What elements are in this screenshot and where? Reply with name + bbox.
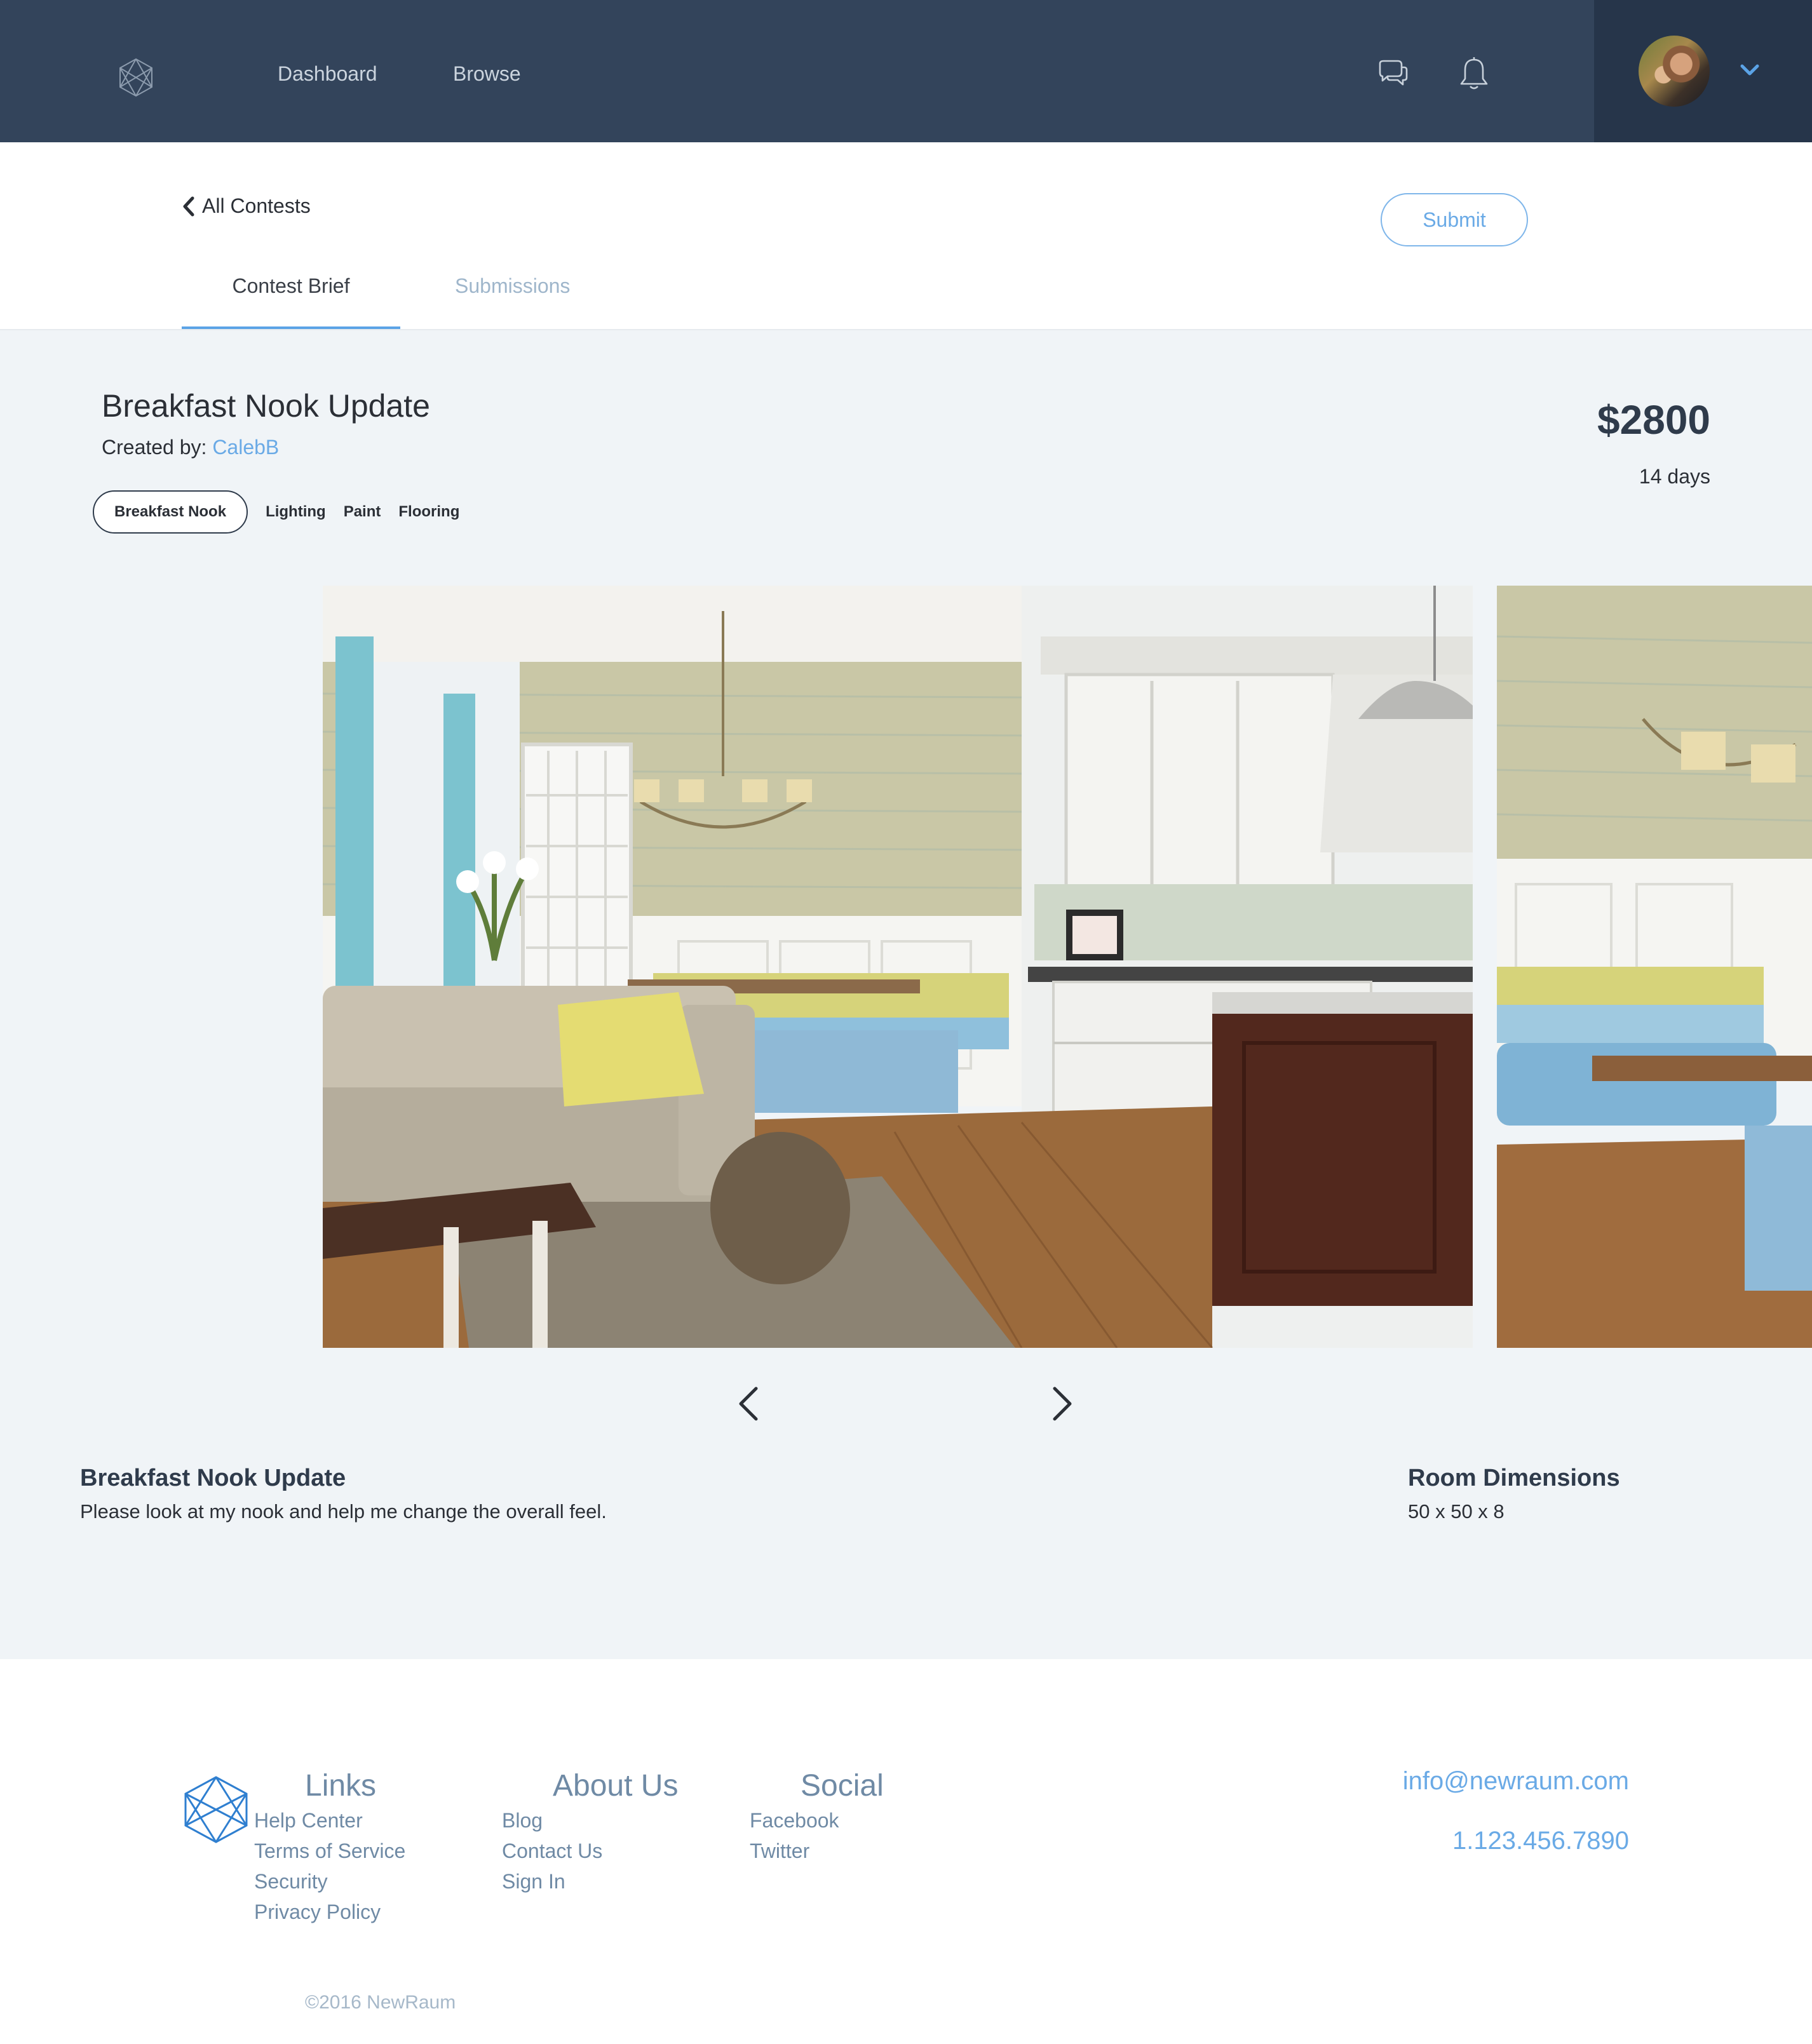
nav-dashboard[interactable]: Dashboard bbox=[278, 61, 377, 86]
footer-link-sign-in[interactable]: Sign In bbox=[502, 1866, 678, 1897]
tag-flooring[interactable]: Flooring bbox=[398, 503, 459, 521]
submit-button[interactable]: Submit bbox=[1381, 193, 1528, 246]
footer-email-link[interactable]: info@newraum.com bbox=[1403, 1767, 1629, 1796]
created-by-label: Created by: bbox=[102, 436, 207, 459]
tab-submissions[interactable]: Submissions bbox=[455, 273, 570, 299]
footer-about-column: About Us Blog Contact Us Sign In bbox=[502, 1767, 678, 1897]
created-by: Created by: CalebB bbox=[102, 436, 279, 459]
description-text: Please look at my nook and help me chang… bbox=[80, 1500, 607, 1523]
footer-link-facebook[interactable]: Facebook bbox=[750, 1805, 884, 1836]
user-menu[interactable] bbox=[1594, 0, 1812, 142]
description-title: Breakfast Nook Update bbox=[80, 1465, 346, 1491]
chevron-down-icon[interactable] bbox=[1739, 61, 1761, 79]
logo-icon[interactable] bbox=[116, 57, 156, 98]
contest-duration: 14 days bbox=[1639, 465, 1710, 488]
tab-contest-brief[interactable]: Contest Brief bbox=[182, 273, 400, 299]
footer-link-contact[interactable]: Contact Us bbox=[502, 1836, 678, 1866]
bell-icon[interactable] bbox=[1459, 55, 1489, 91]
all-contests-link[interactable]: All Contests bbox=[182, 194, 311, 218]
footer-link-terms[interactable]: Terms of Service bbox=[254, 1836, 405, 1866]
tag-paint[interactable]: Paint bbox=[344, 503, 381, 521]
nav-browse[interactable]: Browse bbox=[453, 61, 521, 86]
tag-breakfast-nook[interactable]: Breakfast Nook bbox=[93, 490, 248, 534]
all-contests-label: All Contests bbox=[202, 194, 311, 217]
copyright: ©2016 NewRaum bbox=[305, 1992, 456, 2013]
room-dimensions-value: 50 x 50 x 8 bbox=[1408, 1500, 1504, 1523]
carousel-image-next[interactable] bbox=[1497, 586, 1812, 1348]
footer-links-column: Links Help Center Terms of Service Secur… bbox=[254, 1767, 405, 1927]
carousel-prev-arrow[interactable] bbox=[737, 1386, 760, 1422]
contest-subheader: All Contests Submit Contest Brief Submis… bbox=[0, 142, 1812, 330]
footer: Links Help Center Terms of Service Secur… bbox=[0, 1659, 1812, 2044]
chat-icon[interactable] bbox=[1376, 58, 1409, 89]
footer-link-security[interactable]: Security bbox=[254, 1866, 405, 1897]
footer-link-twitter[interactable]: Twitter bbox=[750, 1836, 884, 1866]
footer-about-title: About Us bbox=[553, 1769, 679, 1803]
footer-link-privacy[interactable]: Privacy Policy bbox=[254, 1897, 405, 1927]
avatar[interactable] bbox=[1639, 36, 1710, 107]
carousel-image-current[interactable] bbox=[323, 586, 1473, 1348]
footer-social-column: Social Facebook Twitter bbox=[750, 1767, 884, 1866]
footer-logo-icon[interactable] bbox=[180, 1775, 252, 1845]
contest-prize: $2800 bbox=[1597, 397, 1710, 443]
footer-links-title: Links bbox=[305, 1769, 377, 1803]
tag-list: Breakfast Nook Lighting Paint Flooring bbox=[93, 490, 477, 534]
carousel-next-arrow[interactable] bbox=[1051, 1386, 1074, 1422]
contest-title: Breakfast Nook Update bbox=[102, 388, 430, 424]
footer-social-title: Social bbox=[801, 1769, 884, 1803]
footer-phone-link[interactable]: 1.123.456.7890 bbox=[1452, 1827, 1629, 1855]
footer-link-help-center[interactable]: Help Center bbox=[254, 1805, 405, 1836]
chevron-left-icon bbox=[183, 196, 194, 216]
room-dimensions-title: Room Dimensions bbox=[1408, 1465, 1620, 1491]
top-navigation: Dashboard Browse bbox=[0, 0, 1812, 142]
tag-lighting[interactable]: Lighting bbox=[266, 503, 326, 521]
footer-link-blog[interactable]: Blog bbox=[502, 1805, 678, 1836]
active-tab-indicator bbox=[182, 326, 400, 329]
contest-brief-content: Breakfast Nook Update Created by: CalebB… bbox=[0, 330, 1812, 1659]
creator-link[interactable]: CalebB bbox=[212, 436, 279, 459]
